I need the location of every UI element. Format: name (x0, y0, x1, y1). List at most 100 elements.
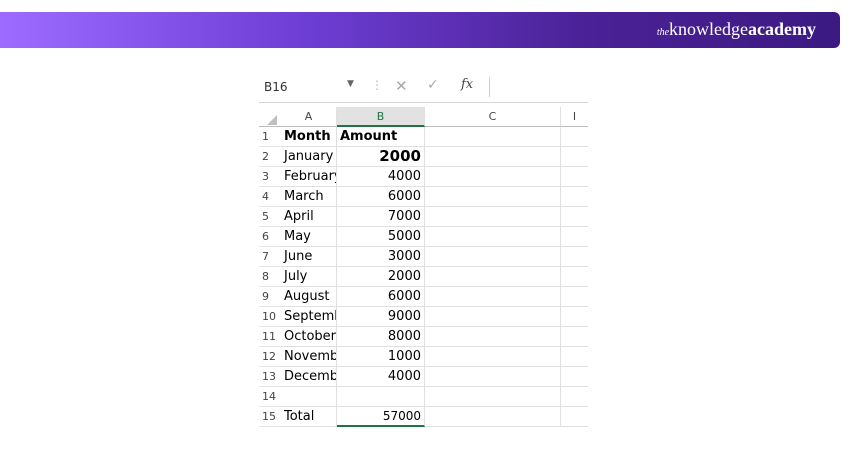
cell-c5[interactable] (425, 207, 561, 227)
table-row: 8 July 2000 (259, 267, 588, 287)
cell-b14[interactable] (337, 387, 425, 407)
table-row: 4 March 6000 (259, 187, 588, 207)
cell-b15[interactable]: 57000 (337, 407, 425, 427)
cell-b10[interactable]: 9000 (337, 307, 425, 327)
cell-b1[interactable]: Amount (337, 127, 425, 147)
cell-b3[interactable]: 4000 (337, 167, 425, 187)
cell-a11[interactable]: October (281, 327, 337, 347)
cell-b7[interactable]: 3000 (337, 247, 425, 267)
cell-a13[interactable]: Decembe (281, 367, 337, 387)
cell-d7[interactable] (561, 247, 588, 267)
row-number[interactable]: 4 (259, 187, 281, 207)
row-number[interactable]: 2 (259, 147, 281, 167)
cell-c15[interactable] (425, 407, 561, 427)
cell-d13[interactable] (561, 367, 588, 387)
cell-d12[interactable] (561, 347, 588, 367)
cell-c4[interactable] (425, 187, 561, 207)
cell-d5[interactable] (561, 207, 588, 227)
brand-banner: theknowledgeacademy (0, 12, 840, 48)
cell-b4[interactable]: 6000 (337, 187, 425, 207)
cell-a7[interactable]: June (281, 247, 337, 267)
select-all-corner[interactable] (259, 107, 281, 127)
name-box[interactable]: B16 (264, 80, 288, 94)
row-number[interactable]: 10 (259, 307, 281, 327)
cell-d15[interactable] (561, 407, 588, 427)
row-number[interactable]: 6 (259, 227, 281, 247)
cell-c8[interactable] (425, 267, 561, 287)
cell-d2[interactable] (561, 147, 588, 167)
cell-d4[interactable] (561, 187, 588, 207)
cell-d11[interactable] (561, 327, 588, 347)
table-row: 14 (259, 387, 588, 407)
cell-c6[interactable] (425, 227, 561, 247)
cell-c14[interactable] (425, 387, 561, 407)
row-number[interactable]: 15 (259, 407, 281, 427)
cell-a12[interactable]: Novembe (281, 347, 337, 367)
cell-a3[interactable]: February (281, 167, 337, 187)
cancel-icon[interactable]: ✕ (395, 77, 408, 95)
select-all-icon (267, 115, 277, 125)
cell-b2[interactable]: 2000 (337, 147, 425, 167)
column-header-c[interactable]: C (425, 107, 561, 127)
cell-a2[interactable]: January (281, 147, 337, 167)
cell-c3[interactable] (425, 167, 561, 187)
cell-d1[interactable] (561, 127, 588, 147)
table-row: 5 April 7000 (259, 207, 588, 227)
row-number[interactable]: 5 (259, 207, 281, 227)
cell-b13[interactable]: 4000 (337, 367, 425, 387)
column-header-b[interactable]: B (337, 107, 425, 127)
cell-a10[interactable]: Septemb (281, 307, 337, 327)
row-number[interactable]: 12 (259, 347, 281, 367)
table-row: 12 Novembe 1000 (259, 347, 588, 367)
table-row: 9 August 6000 (259, 287, 588, 307)
cell-c2[interactable] (425, 147, 561, 167)
row-number[interactable]: 7 (259, 247, 281, 267)
cell-b5[interactable]: 7000 (337, 207, 425, 227)
cell-a6[interactable]: May (281, 227, 337, 247)
cell-b9[interactable]: 6000 (337, 287, 425, 307)
cell-a8[interactable]: July (281, 267, 337, 287)
table-row: 10 Septemb 9000 (259, 307, 588, 327)
column-header-a[interactable]: A (281, 107, 337, 127)
cell-d3[interactable] (561, 167, 588, 187)
cell-c7[interactable] (425, 247, 561, 267)
cell-a4[interactable]: March (281, 187, 337, 207)
column-header-row: A B C I (259, 107, 588, 127)
cell-d6[interactable] (561, 227, 588, 247)
cell-d14[interactable] (561, 387, 588, 407)
cell-c10[interactable] (425, 307, 561, 327)
row-number[interactable]: 13 (259, 367, 281, 387)
row-number[interactable]: 1 (259, 127, 281, 147)
cell-a14[interactable] (281, 387, 337, 407)
cell-a15[interactable]: Total (281, 407, 337, 427)
cell-a9[interactable]: August (281, 287, 337, 307)
cell-b6[interactable]: 5000 (337, 227, 425, 247)
cell-c1[interactable] (425, 127, 561, 147)
row-number[interactable]: 14 (259, 387, 281, 407)
cell-d9[interactable] (561, 287, 588, 307)
cell-b8[interactable]: 2000 (337, 267, 425, 287)
column-header-d[interactable]: I (561, 107, 588, 127)
table-row: 2 January 2000 (259, 147, 588, 167)
insert-function-icon[interactable]: fx (461, 77, 473, 92)
cell-c12[interactable] (425, 347, 561, 367)
cell-d10[interactable] (561, 307, 588, 327)
row-number[interactable]: 8 (259, 267, 281, 287)
cell-d8[interactable] (561, 267, 588, 287)
cell-c11[interactable] (425, 327, 561, 347)
row-number[interactable]: 3 (259, 167, 281, 187)
cell-b11[interactable]: 8000 (337, 327, 425, 347)
cell-a1[interactable]: Month (281, 127, 337, 147)
table-row: 6 May 5000 (259, 227, 588, 247)
row-number[interactable]: 9 (259, 287, 281, 307)
row-number[interactable]: 11 (259, 327, 281, 347)
enter-icon[interactable]: ✓ (427, 77, 439, 93)
cell-c9[interactable] (425, 287, 561, 307)
cell-b12[interactable]: 1000 (337, 347, 425, 367)
chevron-down-icon[interactable]: ▼ (347, 79, 354, 89)
formula-separator (489, 77, 490, 97)
cell-a5[interactable]: April (281, 207, 337, 227)
table-row: 1 Month Amount (259, 127, 588, 147)
vertical-dots-icon: ⋮ (371, 78, 383, 92)
cell-c13[interactable] (425, 367, 561, 387)
